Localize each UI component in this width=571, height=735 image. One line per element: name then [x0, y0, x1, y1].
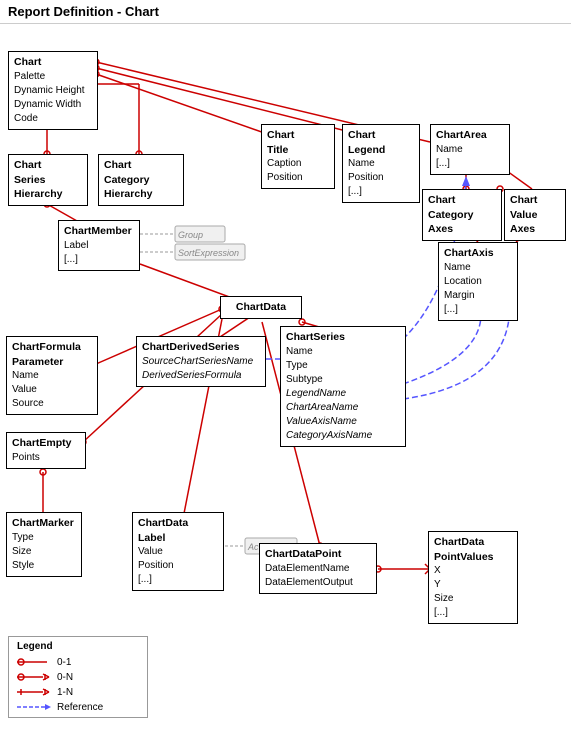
chart-marker-type: Type	[12, 531, 76, 545]
legend-0n-label: 0-N	[57, 672, 73, 683]
chart-marker-size: Size	[12, 545, 76, 559]
chart-value-axes-label: ChartValueAxes	[510, 193, 560, 237]
chart-axis-box: ChartAxis Name Location Margin [...]	[438, 242, 518, 321]
chart-data-point-values-box: ChartDataPointValues X Y Size [...]	[428, 531, 518, 624]
chart-box: Chart Palette Dynamic Height Dynamic Wid…	[8, 51, 98, 130]
chart-axis-name: Name	[444, 261, 512, 275]
chart-series-label: ChartSeries	[286, 330, 400, 345]
chart-data-label: ChartData	[226, 300, 296, 315]
svg-text:Group: Group	[178, 230, 203, 240]
chart-legend-more: [...]	[348, 185, 414, 199]
chart-formula-name: Name	[12, 369, 92, 383]
chart-data-point-values-y: Y	[434, 578, 512, 592]
chart-legend-name: Name	[348, 157, 414, 171]
chart-empty-label: ChartEmpty	[12, 436, 80, 451]
chart-data-label-box: ChartDataLabel Value Position [...]	[132, 512, 224, 591]
chart-empty-points: Points	[12, 451, 80, 465]
legend-box: Legend 0-1 0-N	[8, 636, 148, 718]
chart-category-axes-label: ChartCategoryAxes	[428, 193, 496, 237]
chart-legend-position: Position	[348, 171, 414, 185]
chart-series-box: ChartSeries Name Type Subtype LegendName…	[280, 326, 406, 447]
chart-member-more: [...]	[64, 253, 134, 267]
chart-member-label-field: Label	[64, 239, 134, 253]
chart-category-hierarchy-label: ChartCategoryHierarchy	[104, 158, 178, 202]
chart-category-axes-box: ChartCategoryAxes	[422, 189, 502, 241]
chart-derived-series-box: ChartDerivedSeries SourceChartSeriesName…	[136, 336, 266, 387]
chart-formula-source: Source	[12, 397, 92, 411]
chart-series-subtype: Subtype	[286, 373, 400, 387]
chart-field-palette: Palette	[14, 70, 92, 84]
chart-value-axes-box: ChartValueAxes	[504, 189, 566, 241]
chart-title-position: Position	[267, 171, 329, 185]
chart-formula-value: Value	[12, 383, 92, 397]
chart-data-point-values-x: X	[434, 564, 512, 578]
chart-category-hierarchy-box: ChartCategoryHierarchy	[98, 154, 184, 206]
chart-field-code: Code	[14, 112, 92, 126]
chart-marker-box: ChartMarker Type Size Style	[6, 512, 82, 577]
chart-title-caption: Caption	[267, 157, 329, 171]
page-title: Report Definition - Chart	[0, 0, 571, 24]
chart-data-label-title: ChartDataLabel	[138, 516, 218, 545]
chart-area-box: ChartArea Name [...]	[430, 124, 510, 175]
legend-item-0n: 0-N	[17, 671, 139, 683]
legend-item-ref: Reference	[17, 701, 139, 713]
chart-area-name: Name	[436, 143, 504, 157]
chart-area-label: ChartArea	[436, 128, 504, 143]
chart-data-point-output: DataElementOutput	[265, 576, 371, 590]
chart-series-hierarchy-label: ChartSeriesHierarchy	[14, 158, 82, 202]
chart-axis-more: [...]	[444, 303, 512, 317]
legend-01-label: 0-1	[57, 657, 71, 668]
chart-data-point-values-more: [...]	[434, 606, 512, 620]
chart-marker-style: Style	[12, 559, 76, 573]
chart-data-point-values-label: ChartDataPointValues	[434, 535, 512, 564]
chart-derived-source: SourceChartSeriesName	[142, 355, 260, 369]
chart-derived-formula: DerivedSeriesFormula	[142, 369, 260, 383]
svg-text:SortExpression: SortExpression	[178, 248, 239, 258]
chart-marker-label: ChartMarker	[12, 516, 76, 531]
legend-ref-label: Reference	[57, 702, 103, 713]
chart-data-point-label: ChartDataPoint	[265, 547, 371, 562]
chart-data-label-value: Value	[138, 545, 218, 559]
chart-axis-margin: Margin	[444, 289, 512, 303]
diagram-area: Group SortExpression	[0, 24, 571, 734]
chart-series-chartareaname: ChartAreaName	[286, 401, 400, 415]
chart-legend-box: ChartLegend Name Position [...]	[342, 124, 420, 203]
legend-item-1n: 1-N	[17, 686, 139, 698]
chart-legend-label: ChartLegend	[348, 128, 414, 157]
chart-axis-location: Location	[444, 275, 512, 289]
chart-series-type: Type	[286, 359, 400, 373]
chart-formula-parameter-label: ChartFormulaParameter	[12, 340, 92, 369]
chart-title: Chart	[14, 55, 92, 70]
chart-formula-parameter-box: ChartFormulaParameter Name Value Source	[6, 336, 98, 415]
chart-member-label: ChartMember	[64, 224, 134, 239]
chart-title-box: ChartTitle Caption Position	[261, 124, 335, 189]
chart-data-point-box: ChartDataPoint DataElementName DataEleme…	[259, 543, 377, 594]
chart-axis-label: ChartAxis	[444, 246, 512, 261]
chart-series-legendname: LegendName	[286, 387, 400, 401]
chart-data-box: ChartData	[220, 296, 302, 319]
chart-data-label-more: [...]	[138, 573, 218, 587]
legend-1n-label: 1-N	[57, 687, 73, 698]
legend-item-01: 0-1	[17, 656, 139, 668]
chart-data-point-values-size: Size	[434, 592, 512, 606]
chart-data-label-position: Position	[138, 559, 218, 573]
chart-derived-series-label: ChartDerivedSeries	[142, 340, 260, 355]
chart-member-box: ChartMember Label [...]	[58, 220, 140, 271]
chart-field-dw: Dynamic Width	[14, 98, 92, 112]
legend-title: Legend	[17, 641, 139, 652]
chart-series-hierarchy-box: ChartSeriesHierarchy	[8, 154, 88, 206]
chart-area-more: [...]	[436, 157, 504, 171]
chart-field-dh: Dynamic Height	[14, 84, 92, 98]
chart-series-name: Name	[286, 345, 400, 359]
chart-series-categoryaxisname: CategoryAxisName	[286, 429, 400, 443]
chart-empty-box: ChartEmpty Points	[6, 432, 86, 469]
chart-series-valueaxisname: ValueAxisName	[286, 415, 400, 429]
chart-data-point-name: DataElementName	[265, 562, 371, 576]
chart-title-label: ChartTitle	[267, 128, 329, 157]
